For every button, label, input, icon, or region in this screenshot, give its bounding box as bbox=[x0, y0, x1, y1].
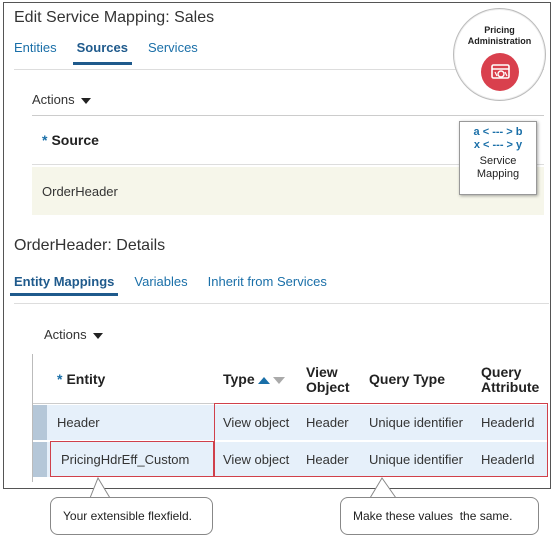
row-selector[interactable] bbox=[33, 442, 47, 477]
page-tabs: Entities Sources Services bbox=[14, 40, 218, 65]
column-header-query-type[interactable]: Query Type bbox=[369, 372, 445, 387]
callout-flexfield: Your extensible flexfield. bbox=[50, 497, 213, 535]
service-mapping-icon: a < --- > b x < --- > y Service Mapping bbox=[459, 121, 537, 195]
sort-ascending-icon[interactable] bbox=[257, 376, 270, 384]
cell-entity: Header bbox=[57, 415, 100, 430]
actions-label: Actions bbox=[32, 92, 75, 107]
tab-services[interactable]: Services bbox=[148, 40, 198, 64]
caret-down-icon bbox=[80, 97, 91, 104]
source-header-label: Source bbox=[51, 132, 99, 148]
callout-same-values: Make these values the same. bbox=[340, 497, 539, 535]
service-mapping-label: Service Mapping bbox=[476, 155, 520, 180]
column-header-query-attribute[interactable]: Query Attribute bbox=[481, 365, 539, 395]
pricing-administration-badge: Pricing Administration bbox=[453, 8, 546, 101]
tab-entity-mappings[interactable]: Entity Mappings bbox=[9, 274, 119, 296]
column-header-view-object[interactable]: View Object bbox=[306, 365, 350, 395]
sort-descending-icon[interactable] bbox=[272, 376, 285, 384]
tab-entities[interactable]: Entities bbox=[14, 40, 57, 64]
sources-actions-menu[interactable]: Actions bbox=[32, 92, 91, 107]
details-title: OrderHeader: Details bbox=[14, 237, 166, 254]
callout-same-values-text: Make these values the same. bbox=[353, 509, 513, 523]
tab-sources[interactable]: Sources bbox=[72, 40, 133, 65]
highlight-entity-box bbox=[50, 441, 214, 477]
column-header-type[interactable]: Type bbox=[223, 372, 285, 387]
required-icon: * bbox=[57, 371, 63, 387]
callout-flexfield-text: Your extensible flexfield. bbox=[63, 509, 192, 523]
highlight-values-box bbox=[214, 403, 548, 477]
tab-inherit-from-services[interactable]: Inherit from Services bbox=[208, 274, 327, 295]
tab-variables[interactable]: Variables bbox=[134, 274, 187, 295]
actions-label: Actions bbox=[44, 327, 87, 342]
row-selector[interactable] bbox=[33, 405, 47, 440]
table-header: * Entity Type View Object Query Type Quer… bbox=[33, 354, 547, 404]
required-icon: * bbox=[42, 132, 48, 148]
pricing-admin-icon bbox=[481, 53, 519, 91]
details-tabs: Entity Mappings Variables Inherit from S… bbox=[9, 274, 347, 296]
mapping-glyph: a < --- > b x < --- > y bbox=[473, 126, 523, 151]
page-title: Edit Service Mapping: Sales bbox=[14, 9, 215, 26]
column-header-entity[interactable]: * Entity bbox=[57, 372, 105, 387]
details-actions-menu[interactable]: Actions bbox=[44, 327, 103, 342]
screen-frame: Edit Service Mapping: Sales Entities Sou… bbox=[3, 2, 551, 489]
caret-down-icon bbox=[92, 332, 103, 339]
source-row-value: OrderHeader bbox=[42, 183, 118, 199]
badge-label: Pricing Administration bbox=[467, 25, 532, 46]
